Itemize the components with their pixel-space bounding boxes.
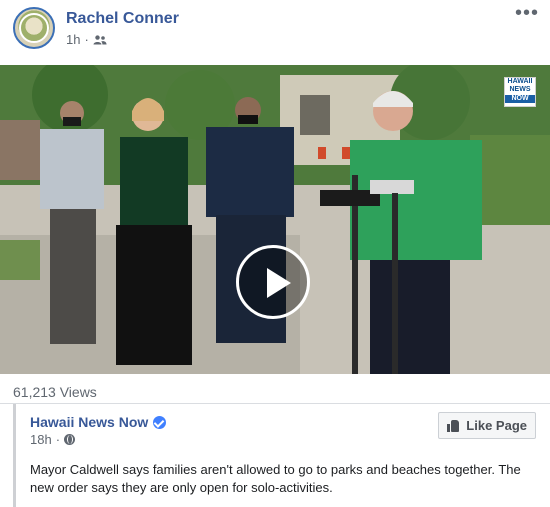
author-name[interactable]: Rachel Conner	[66, 10, 179, 28]
like-page-label: Like Page	[466, 418, 527, 433]
view-count: 61,213 Views	[13, 384, 97, 400]
meta-separator: ·	[84, 32, 89, 47]
post-time[interactable]: 1h	[66, 32, 80, 47]
logo-text-mid: NEWS	[509, 86, 531, 93]
globe-icon[interactable]	[64, 434, 76, 445]
post-meta: 1h ·	[66, 32, 107, 47]
page-name-link[interactable]: Hawaii News Now	[30, 414, 148, 430]
logo-text-top: HAWAII	[507, 78, 533, 85]
logo-text-bottom: NOW	[505, 95, 535, 103]
video-frame	[0, 65, 550, 374]
play-icon[interactable]	[236, 245, 310, 319]
post-description: Mayor Caldwell says families aren't allo…	[30, 462, 521, 495]
friends-icon[interactable]	[93, 34, 107, 45]
page-name-row: Hawaii News Now	[30, 414, 167, 430]
hawaii-news-now-logo: HAWAII NEWS NOW	[504, 77, 536, 107]
post-header: Rachel Conner 1h · •••	[0, 0, 550, 64]
more-options-icon[interactable]: •••	[515, 3, 539, 23]
shared-separator: ·	[55, 432, 61, 447]
shared-time[interactable]: 18h	[30, 432, 52, 447]
shared-post: Hawaii News Now 18h · Like Page Mayor Ca…	[13, 404, 540, 507]
thumbs-up-icon	[447, 419, 460, 432]
video-player[interactable]: HAWAII NEWS NOW	[0, 65, 550, 374]
like-page-button[interactable]: Like Page	[438, 412, 536, 439]
verified-badge-icon	[153, 415, 167, 429]
author-avatar[interactable]	[13, 7, 55, 49]
shared-meta: 18h ·	[30, 432, 76, 447]
